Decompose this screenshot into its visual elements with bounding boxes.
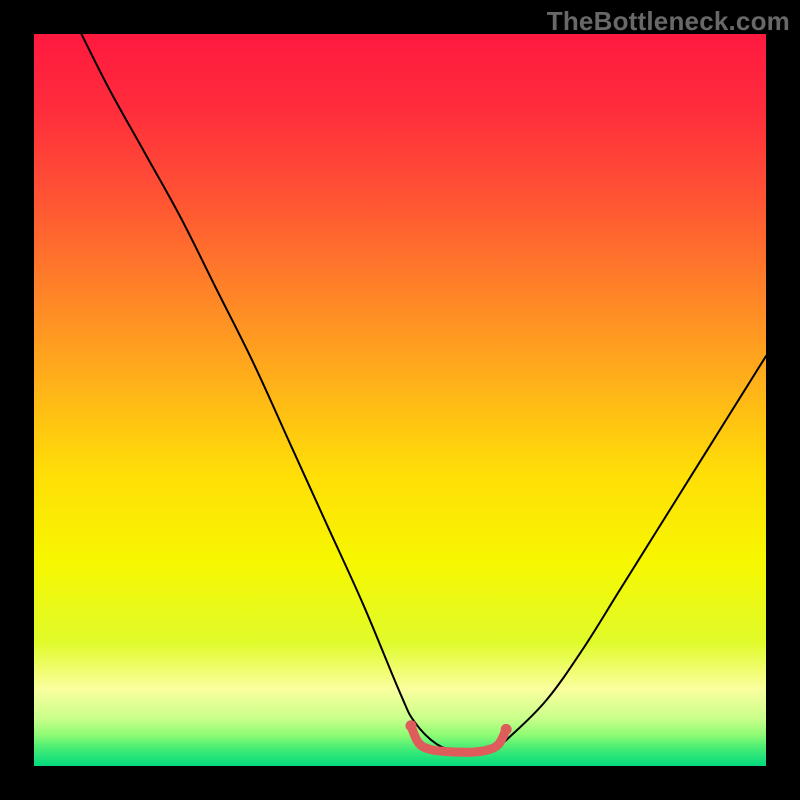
optimal-start-dot	[405, 720, 416, 731]
chart-frame: TheBottleneck.com	[0, 0, 800, 800]
optimal-end-dot	[501, 724, 512, 735]
plot-area	[34, 34, 766, 766]
bottleneck-curve	[71, 34, 766, 752]
curve-layer	[34, 34, 766, 766]
optimal-band	[411, 726, 506, 753]
watermark-label: TheBottleneck.com	[547, 6, 790, 37]
